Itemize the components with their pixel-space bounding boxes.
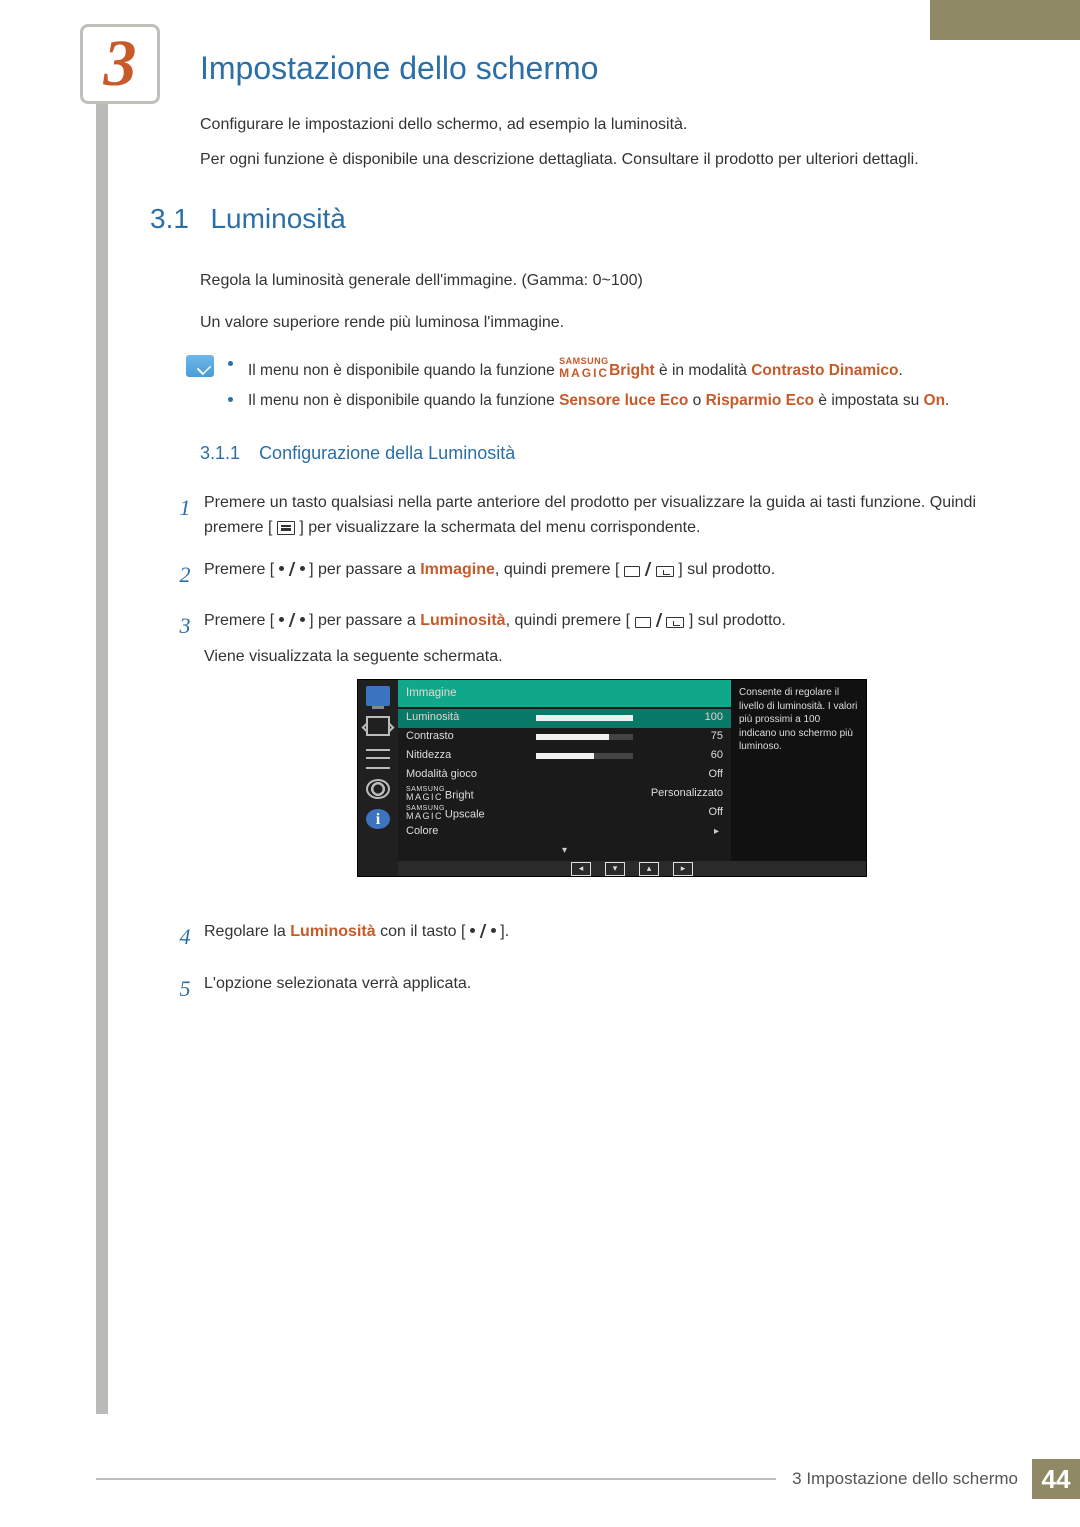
subsection-title: Configurazione della Luminosità	[259, 443, 515, 463]
slash-icon	[288, 613, 295, 627]
section-heading: 3.1 Luminosità	[150, 203, 1020, 235]
chapter-badge: 3	[80, 24, 160, 104]
osd-row-more: ▾	[398, 842, 731, 861]
step-4: 4 Regolare la Luminosità con il tasto [ …	[170, 919, 1020, 954]
osd-nav: ◂ ▾ ▴ ▸	[398, 861, 866, 877]
osd-row-magic-bright: SAMSUNGMAGICBright Personalizzato	[398, 785, 731, 804]
slash-icon	[479, 924, 486, 938]
step-5: 5 L'opzione selezionata verrà applicata.	[170, 971, 1020, 1006]
paragraph-higher: Un valore superiore rende più luminosa l…	[200, 311, 1020, 335]
intro-2: Per ogni funzione è disponibile una desc…	[200, 148, 1020, 173]
osd-row-modalita-gioco: Modalità gioco Off	[398, 766, 731, 785]
footer-rule	[96, 1478, 776, 1480]
footer-text: 3 Impostazione dello schermo	[792, 1469, 1018, 1489]
paragraph-range: Regola la luminosità generale dell'immag…	[200, 269, 1020, 293]
side-rule	[96, 34, 108, 1414]
osd-main: Immagine Luminosità 100 Contr	[398, 680, 866, 876]
chapter-number: 3	[104, 26, 137, 102]
dot-icon	[491, 928, 496, 933]
osd-info-panel: Consente di regolare il livello di lumin…	[731, 680, 866, 860]
dot-icon	[300, 566, 305, 571]
slash-icon	[655, 613, 662, 627]
nav-right-icon: ▸	[673, 862, 693, 876]
enter-icon	[656, 566, 674, 577]
note-icon	[186, 355, 214, 377]
step-2: 2 Premere [ ] per passare a Immagine, qu…	[170, 557, 1020, 592]
dot-icon	[470, 928, 475, 933]
slash-icon	[644, 562, 651, 576]
section-title: Luminosità	[210, 203, 345, 234]
steps-list: 1 Premere un tasto qualsiasi nella parte…	[170, 490, 1020, 1006]
nav-left-icon: ◂	[571, 862, 591, 876]
nav-up-icon: ▴	[639, 862, 659, 876]
page-footer: 3 Impostazione dello schermo 44	[96, 1459, 1080, 1499]
dot-icon	[279, 617, 284, 622]
note-list: Il menu non è disponibile quando la funz…	[228, 353, 1020, 419]
step-3: 3 Premere [ ] per passare a Luminosità, …	[170, 608, 1020, 903]
osd-row-contrasto: Contrasto 75	[398, 728, 731, 747]
rect-icon	[624, 566, 640, 577]
page-number: 44	[1032, 1459, 1080, 1499]
resize-icon	[366, 716, 390, 736]
dot-icon	[300, 617, 305, 622]
subsection-number: 3.1.1	[200, 443, 240, 463]
display-icon	[366, 686, 390, 706]
nav-down-icon: ▾	[605, 862, 625, 876]
menu-icon	[277, 521, 295, 535]
rect-icon	[635, 617, 651, 628]
right-arrow-icon: ▸	[493, 824, 723, 840]
osd-row-luminosita: Luminosità 100	[398, 709, 731, 728]
content-area: Impostazione dello schermo Configurare l…	[150, 30, 1020, 1022]
intro-1: Configurare le impostazioni dello scherm…	[200, 113, 1020, 138]
list-icon	[366, 749, 390, 769]
enter-icon	[666, 617, 684, 628]
note-block: Il menu non è disponibile quando la funz…	[186, 353, 1020, 419]
osd-header: Immagine	[398, 680, 731, 706]
osd-screenshot: i Immagine Luminosità	[357, 679, 867, 877]
note-item-1: Il menu non è disponibile quando la funz…	[228, 353, 1020, 383]
gear-icon	[366, 779, 390, 799]
step-1: 1 Premere un tasto qualsiasi nella parte…	[170, 490, 1020, 541]
note-item-2: Il menu non è disponibile quando la funz…	[228, 389, 1020, 413]
osd-row-colore: Colore ▸	[398, 823, 731, 842]
info-icon: i	[366, 809, 390, 829]
section-number: 3.1	[150, 203, 206, 235]
chapter-title: Impostazione dello schermo	[200, 50, 1020, 87]
osd-sidebar: i	[358, 680, 398, 876]
subsection-heading: 3.1.1 Configurazione della Luminosità	[200, 443, 1020, 464]
slash-icon	[288, 562, 295, 576]
osd-row-nitidezza: Nitidezza 60	[398, 747, 731, 766]
dot-icon	[279, 566, 284, 571]
down-arrow-icon: ▾	[406, 843, 723, 859]
osd-row-magic-upscale: SAMSUNGMAGICUpscale Off	[398, 804, 731, 823]
osd-rows: Luminosità 100 Contrasto 75	[398, 707, 731, 861]
